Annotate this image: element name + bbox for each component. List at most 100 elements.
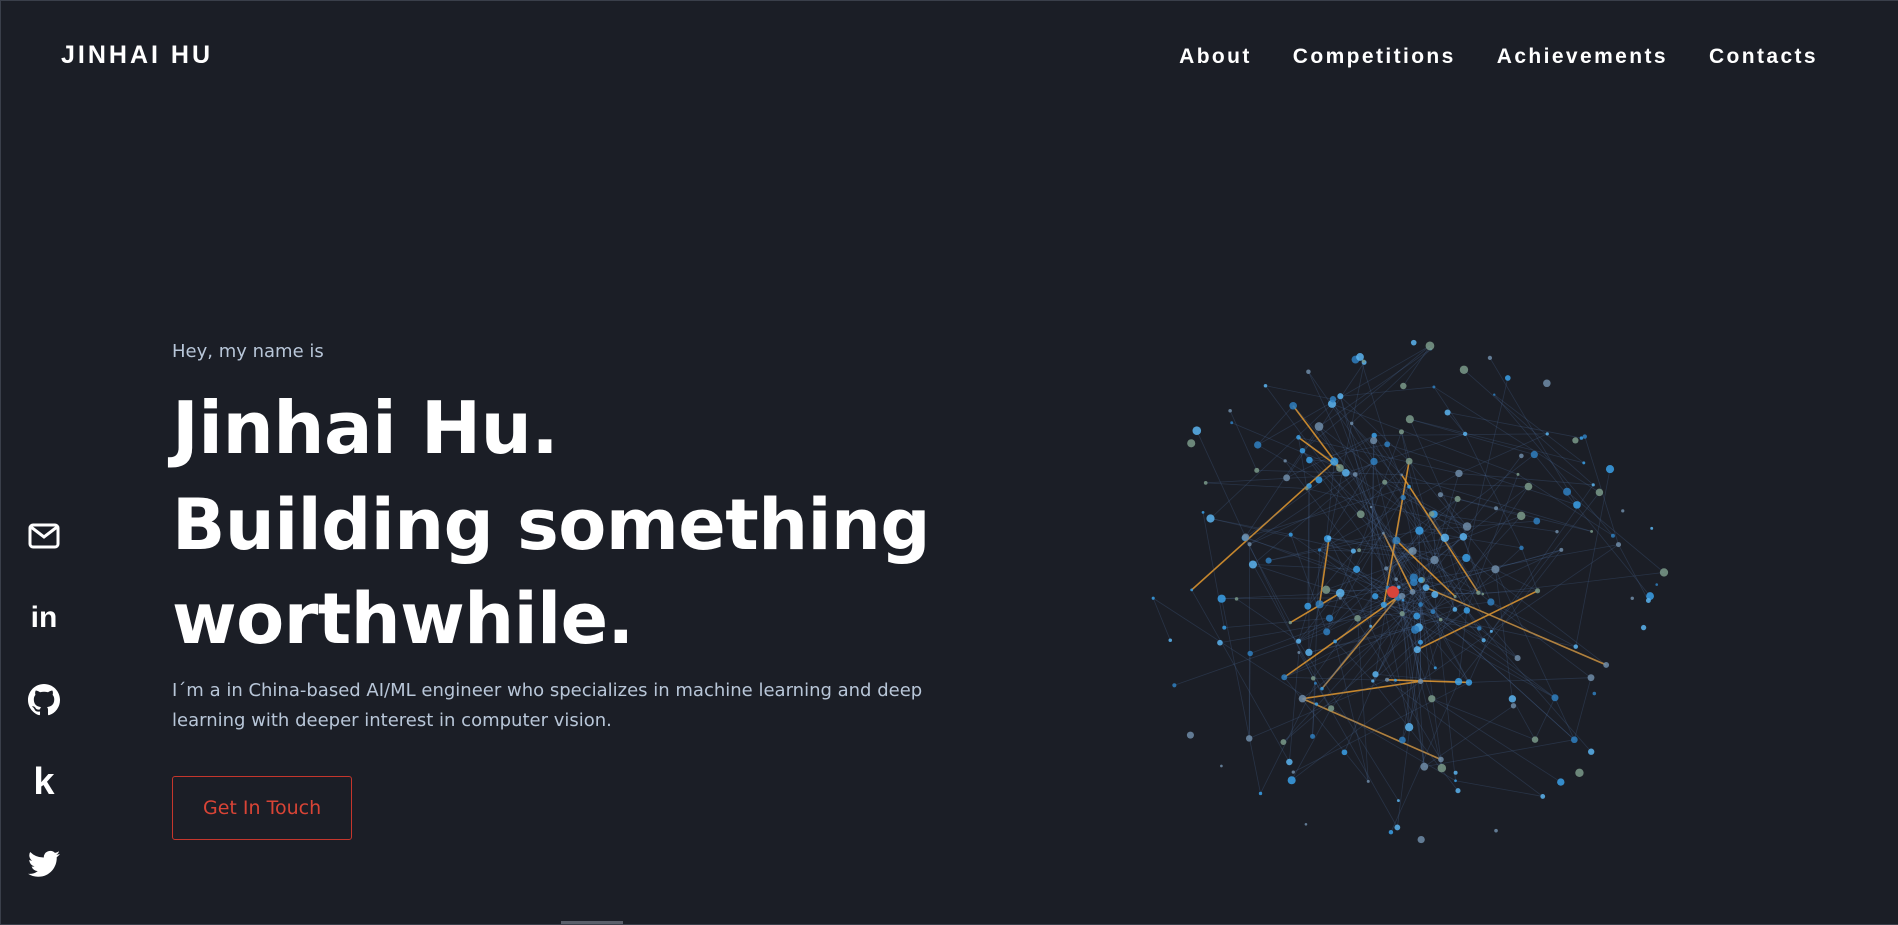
graph-edge (1534, 454, 1651, 597)
graph-node (1333, 639, 1337, 644)
graph-edge (1409, 418, 1535, 455)
graph-node (1494, 828, 1498, 833)
graph-node (1305, 648, 1313, 657)
graph-node (1543, 379, 1551, 388)
graph-node (1487, 598, 1495, 606)
graph-node (1572, 437, 1579, 444)
graph-node (1372, 671, 1379, 678)
linkedin-icon[interactable]: in (27, 601, 61, 635)
graph-node (1413, 612, 1421, 620)
graph-node (1283, 459, 1287, 463)
graph-node (1230, 421, 1234, 425)
graph-node (1517, 511, 1526, 521)
graph-edge (1495, 569, 1513, 699)
graph-node (1592, 691, 1597, 696)
graph-node (1296, 435, 1301, 440)
graph-node (1454, 495, 1461, 503)
graph-node (1409, 588, 1416, 595)
graph-edge (1191, 460, 1335, 591)
graph-node (1408, 547, 1417, 555)
graph-node (1551, 694, 1559, 702)
graph-node (1514, 655, 1521, 662)
graph-edge (1573, 677, 1592, 740)
graph-node (1595, 488, 1604, 497)
graph-node (1353, 565, 1361, 573)
graph-node (1234, 597, 1239, 601)
graph-node (1352, 472, 1358, 477)
graph-edge (1339, 396, 1397, 580)
graph-node (1430, 555, 1439, 565)
graph-node (1206, 514, 1215, 523)
graph-node (1454, 677, 1463, 686)
graph-node (1350, 548, 1356, 554)
graph-node (1437, 763, 1447, 773)
github-icon[interactable] (27, 683, 61, 717)
graph-node (1430, 609, 1436, 615)
nav-achievements[interactable]: Achievements (1497, 45, 1668, 69)
graph-node (1382, 479, 1388, 485)
graph-nodes (1151, 339, 1669, 844)
graph-node (1452, 607, 1458, 612)
nav-contacts[interactable]: Contacts (1709, 45, 1818, 69)
graph-node (1519, 545, 1524, 551)
graph-node (1410, 625, 1420, 634)
graph-edge (1210, 518, 1291, 535)
graph-edge (1458, 473, 1594, 486)
graph-node (1394, 577, 1398, 581)
graph-node (1172, 683, 1177, 688)
get-in-touch-button[interactable]: Get In Touch (172, 776, 353, 840)
nav-about[interactable]: About (1179, 45, 1252, 69)
graph-node (1455, 788, 1461, 794)
graph-node (1299, 447, 1306, 454)
graph-node (1476, 626, 1482, 631)
kaggle-icon[interactable]: k (27, 763, 61, 801)
graph-edge (1205, 482, 1307, 490)
site-logo[interactable]: JINHAI HU (61, 41, 213, 70)
graph-node (1615, 542, 1622, 548)
graph-node (1265, 557, 1272, 564)
graph-node (1417, 639, 1424, 645)
graph-edge (1493, 394, 1585, 464)
graph-node (1341, 749, 1348, 756)
network-graph-illustration (1151, 339, 1669, 844)
graph-node (1650, 526, 1654, 530)
graph-node (1385, 677, 1390, 682)
graph-edge (1331, 403, 1402, 476)
graph-node (1432, 385, 1436, 389)
graph-node (1533, 517, 1541, 525)
graph-node (1388, 829, 1394, 835)
graph-node (1398, 429, 1404, 435)
graph-node (1645, 598, 1651, 603)
graph-node (1247, 542, 1252, 547)
twitter-icon[interactable] (27, 847, 61, 881)
graph-node (1298, 694, 1307, 703)
graph-edge (1202, 512, 1225, 628)
graph-node (1396, 799, 1400, 803)
graph-node (1545, 432, 1549, 436)
graph-node (1418, 602, 1423, 607)
graph-node (1241, 533, 1250, 541)
graph-node (1322, 585, 1331, 594)
graph-node (1394, 678, 1397, 682)
nav-competitions[interactable]: Competitions (1293, 45, 1456, 69)
graph-edge (1191, 589, 1290, 763)
graph-node (1248, 560, 1257, 569)
page: JINHAI HU About Competitions Achievement… (0, 0, 1898, 925)
graph-node (1591, 483, 1595, 487)
mail-icon[interactable] (27, 519, 61, 553)
graph-node (1286, 758, 1293, 766)
graph-edge (1152, 598, 1171, 641)
graph-edge (1390, 681, 1459, 833)
hero-name: Jinhai Hu. (172, 386, 559, 470)
graph-node (1630, 596, 1634, 600)
graph-node (1289, 401, 1297, 410)
graph-node (1417, 577, 1424, 583)
graph-node (1186, 731, 1194, 739)
graph-edge (1575, 469, 1611, 647)
graph-node (1369, 505, 1373, 509)
graph-node (1454, 779, 1457, 783)
graph-node (1304, 822, 1308, 826)
graph-node (1326, 535, 1332, 541)
graph-node (1487, 355, 1493, 360)
graph-edge (1249, 679, 1388, 739)
